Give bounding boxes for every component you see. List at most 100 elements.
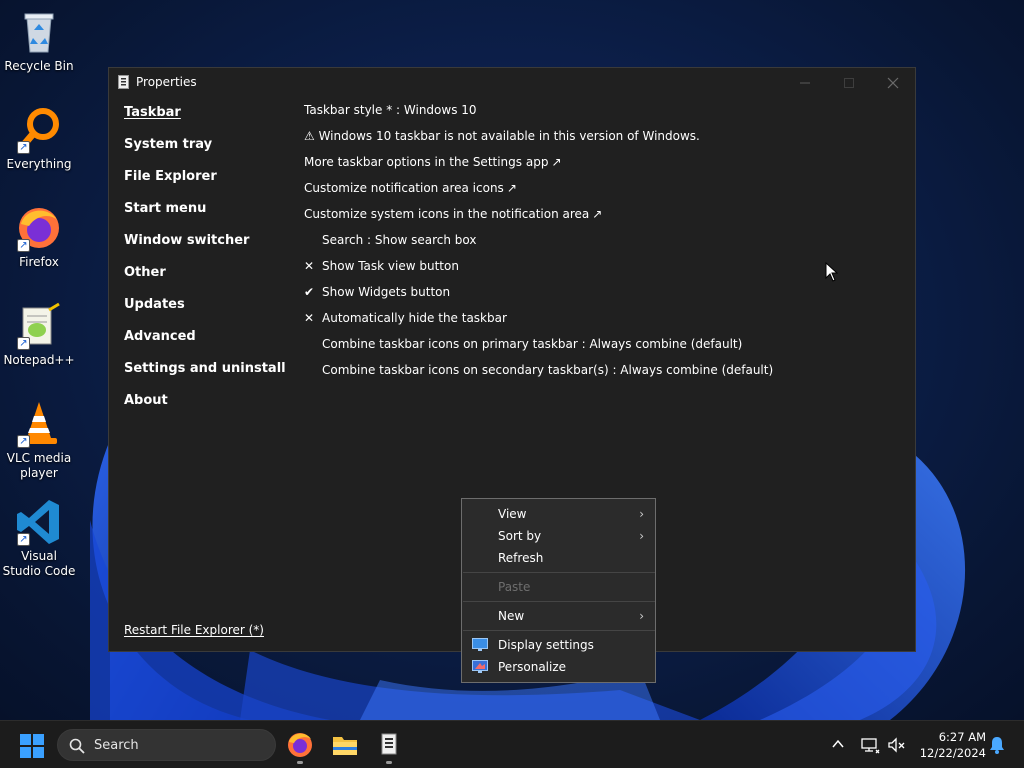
restart-file-explorer-link[interactable]: Restart File Explorer (*) bbox=[124, 623, 264, 637]
menu-separator bbox=[463, 630, 655, 631]
setting-label: Customize system icons in the notificati… bbox=[304, 207, 590, 221]
maximize-button[interactable] bbox=[827, 68, 872, 98]
file-explorer-icon bbox=[333, 737, 357, 755]
setting-search-box[interactable]: Search : Show search box bbox=[304, 233, 773, 259]
chevron-right-icon: › bbox=[639, 507, 644, 521]
desktop-icon-label: Recycle Bin bbox=[4, 59, 74, 73]
menu-item-label: Personalize bbox=[498, 660, 567, 674]
external-link-icon: ↗ bbox=[551, 155, 562, 169]
setting-combine-primary[interactable]: Combine taskbar icons on primary taskbar… bbox=[304, 337, 773, 363]
menu-item-sort-by[interactable]: Sort by › bbox=[462, 525, 655, 547]
desktop-icon-everything[interactable]: ↗ Everything bbox=[2, 106, 76, 172]
menu-item-label: View bbox=[498, 507, 527, 521]
close-icon bbox=[887, 77, 899, 89]
menu-separator bbox=[463, 572, 655, 573]
notification-bell-icon[interactable] bbox=[988, 735, 1006, 755]
desktop-icon-vlc[interactable]: ↗ VLC media player bbox=[2, 400, 76, 481]
nav-item-about[interactable]: About bbox=[124, 393, 286, 425]
title-bar[interactable]: Properties bbox=[109, 68, 915, 98]
nav-item-other[interactable]: Other bbox=[124, 265, 286, 297]
shortcut-arrow-icon: ↗ bbox=[17, 239, 30, 252]
search-icon bbox=[69, 738, 85, 754]
desktop-icon-firefox[interactable]: ↗ Firefox bbox=[2, 204, 76, 270]
personalize-icon bbox=[472, 660, 488, 673]
setting-taskbar-style[interactable]: Taskbar style * : Windows 10 bbox=[304, 103, 773, 129]
nav-item-start-menu[interactable]: Start menu bbox=[124, 201, 286, 233]
taskbar: Search 6:27 AM 12/22/2024 bbox=[0, 720, 1024, 768]
firefox-icon: ↗ bbox=[15, 204, 63, 252]
nav-item-updates[interactable]: Updates bbox=[124, 297, 286, 329]
setting-combine-secondary[interactable]: Combine taskbar icons on secondary taskb… bbox=[304, 363, 773, 389]
external-link-icon: ↗ bbox=[506, 181, 517, 195]
vlc-cone-icon: ↗ bbox=[15, 400, 63, 448]
shortcut-arrow-icon: ↗ bbox=[17, 141, 30, 154]
nav-item-advanced[interactable]: Advanced bbox=[124, 329, 286, 361]
external-link-icon: ↗ bbox=[592, 207, 603, 221]
desktop-icon-vscode[interactable]: ↗ Visual Studio Code bbox=[2, 498, 76, 579]
shortcut-arrow-icon: ↗ bbox=[17, 533, 30, 546]
start-button[interactable] bbox=[20, 734, 44, 758]
chevron-right-icon: › bbox=[639, 609, 644, 623]
setting-task-view-button[interactable]: ✕ Show Task view button bbox=[304, 259, 773, 285]
taskbar-app-properties[interactable] bbox=[373, 729, 405, 764]
checkmark-icon: ✔ bbox=[304, 285, 315, 299]
running-indicator bbox=[297, 761, 303, 764]
setting-label: Show Widgets button bbox=[322, 285, 451, 299]
show-hidden-icons-chevron-up-icon[interactable] bbox=[830, 736, 846, 752]
nav-item-window-switcher[interactable]: Window switcher bbox=[124, 233, 286, 265]
running-indicator bbox=[386, 761, 392, 764]
setting-link-notification-icons[interactable]: Customize notification area icons ↗ bbox=[304, 181, 773, 207]
mouse-cursor-icon bbox=[825, 262, 838, 282]
setting-label: Automatically hide the taskbar bbox=[322, 311, 507, 325]
menu-item-refresh[interactable]: Refresh bbox=[462, 547, 655, 569]
magnifier-icon: ↗ bbox=[15, 106, 63, 154]
shortcut-arrow-icon: ↗ bbox=[17, 337, 30, 350]
network-icon[interactable] bbox=[860, 735, 880, 755]
properties-app-icon bbox=[381, 733, 397, 755]
menu-item-view[interactable]: View › bbox=[462, 503, 655, 525]
taskbar-app-file-explorer[interactable] bbox=[329, 729, 361, 761]
desktop-icon-recycle-bin[interactable]: Recycle Bin bbox=[2, 8, 76, 74]
taskbar-app-firefox[interactable] bbox=[284, 729, 316, 764]
menu-item-display-settings[interactable]: Display settings bbox=[462, 634, 655, 656]
close-button[interactable] bbox=[871, 68, 916, 98]
menu-item-new[interactable]: New › bbox=[462, 605, 655, 627]
settings-nav: Taskbar System tray File Explorer Start … bbox=[124, 105, 286, 425]
desktop-icon-label: VLC media player bbox=[6, 451, 72, 480]
nav-item-settings-and-uninstall[interactable]: Settings and uninstall bbox=[124, 361, 286, 393]
display-settings-icon bbox=[472, 638, 488, 651]
setting-label: Taskbar style * : Windows 10 bbox=[304, 103, 477, 117]
setting-warning: ⚠ Windows 10 taskbar is not available in… bbox=[304, 129, 773, 155]
setting-label: Combine taskbar icons on primary taskbar… bbox=[322, 337, 743, 351]
system-clock[interactable]: 6:27 AM 12/22/2024 bbox=[914, 729, 986, 761]
setting-label: Search : Show search box bbox=[322, 233, 477, 247]
clock-time: 6:27 AM bbox=[938, 730, 986, 744]
setting-link-settings-app[interactable]: More taskbar options in the Settings app… bbox=[304, 155, 773, 181]
desktop-icon-label: Visual Studio Code bbox=[2, 549, 76, 578]
minimize-button[interactable] bbox=[783, 68, 828, 98]
properties-app-icon bbox=[118, 75, 129, 89]
chevron-right-icon: › bbox=[639, 529, 644, 543]
window-title: Properties bbox=[136, 75, 197, 89]
setting-widgets-button[interactable]: ✔ Show Widgets button bbox=[304, 285, 773, 311]
setting-auto-hide-taskbar[interactable]: ✕ Automatically hide the taskbar bbox=[304, 311, 773, 337]
desktop-icon-label: Notepad++ bbox=[3, 353, 75, 367]
desktop-icon-notepad-plus-plus[interactable]: ↗ Notepad++ bbox=[2, 302, 76, 368]
setting-link-system-icons[interactable]: Customize system icons in the notificati… bbox=[304, 207, 773, 233]
menu-item-paste[interactable]: Paste bbox=[462, 576, 655, 598]
nav-item-system-tray[interactable]: System tray bbox=[124, 137, 286, 169]
warning-text: ⚠ Windows 10 taskbar is not available in… bbox=[304, 129, 700, 143]
firefox-icon bbox=[288, 733, 312, 757]
taskbar-search-box[interactable]: Search bbox=[57, 729, 276, 761]
shortcut-arrow-icon: ↗ bbox=[17, 435, 30, 448]
menu-item-personalize[interactable]: Personalize bbox=[462, 656, 655, 678]
taskbar-settings-list: Taskbar style * : Windows 10 ⚠ Windows 1… bbox=[304, 103, 773, 389]
volume-muted-icon[interactable] bbox=[886, 735, 906, 755]
nav-item-taskbar[interactable]: Taskbar bbox=[124, 105, 286, 137]
menu-separator bbox=[463, 601, 655, 602]
setting-label: Show Task view button bbox=[322, 259, 459, 273]
nav-item-file-explorer[interactable]: File Explorer bbox=[124, 169, 286, 201]
desktop-icon-label: Firefox bbox=[19, 255, 59, 269]
setting-label: Customize notification area icons bbox=[304, 181, 504, 195]
desktop-context-menu: View › Sort by › Refresh Paste New › Dis… bbox=[461, 498, 656, 683]
